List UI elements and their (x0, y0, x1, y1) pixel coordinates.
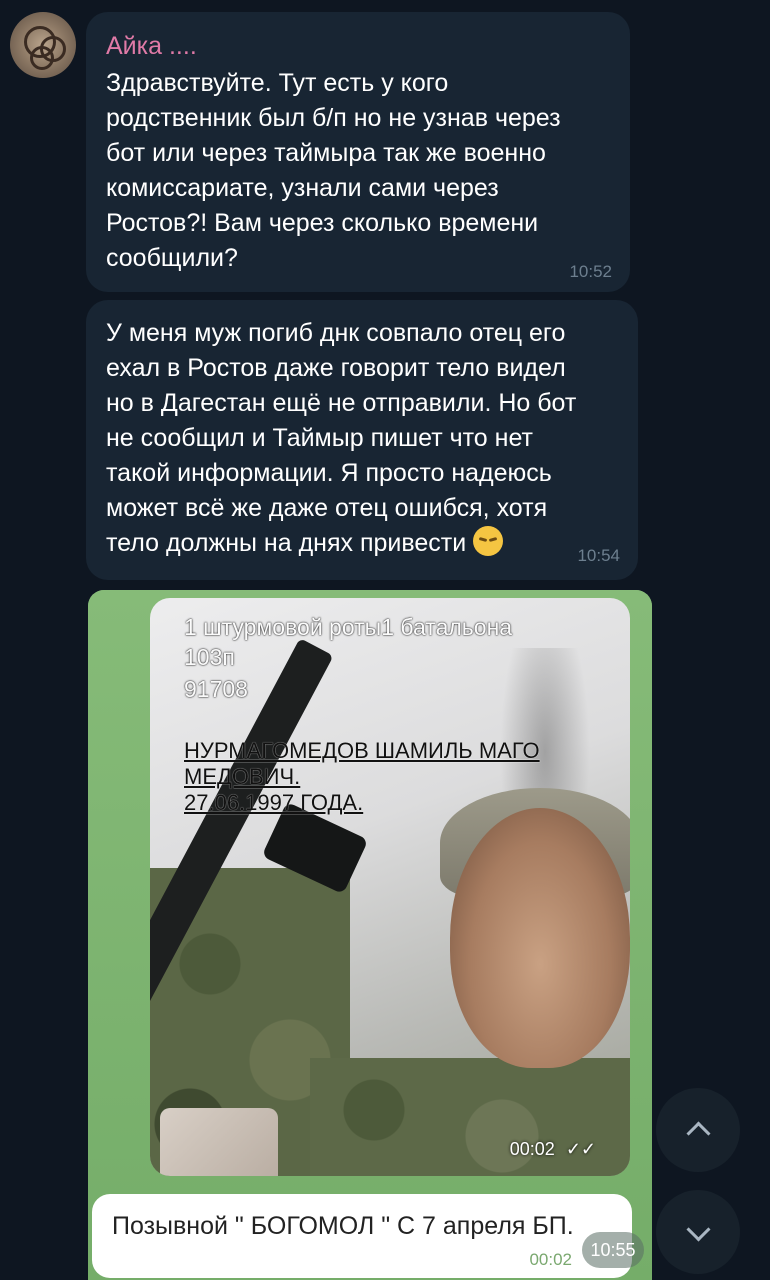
caption-text: Позывной " БОГОМОЛ " С 7 апреля БП. (112, 1212, 574, 1240)
video-duration: 00:02 ✓✓ (510, 1139, 596, 1160)
overlay-line: МЕДОВИЧ. (184, 764, 301, 789)
message-time: 10:54 (577, 546, 620, 565)
forwarded-video-post[interactable]: 1 штурмовой роты1 батальона 103п 91708 Н… (88, 590, 652, 1280)
message-time: 10:52 (569, 262, 612, 281)
face (450, 808, 630, 1068)
overlay-line: 1 штурмовой роты1 батальона (184, 614, 513, 640)
scroll-up-button[interactable] (656, 1088, 740, 1172)
double-check-icon: ✓✓ (565, 1139, 596, 1159)
video-thumbnail[interactable]: 1 штурмовой роты1 батальона 103п 91708 Н… (150, 598, 630, 1176)
scroll-down-button[interactable] (656, 1190, 740, 1274)
chevron-up-icon (685, 1120, 711, 1146)
caption-time: 00:02 (529, 1250, 572, 1269)
overlay-line: 91708 (184, 676, 248, 702)
overlay-line: 103п (184, 644, 235, 670)
message-text-wrapper: У меня муж погиб днк совпало отец его ех… (106, 316, 576, 561)
chevron-down-icon (685, 1216, 711, 1242)
post-caption[interactable]: Позывной " БОГОМОЛ " С 7 апреля БП. 00:0… (92, 1194, 632, 1278)
pensive-face-icon (473, 526, 504, 556)
sender-name[interactable]: Айка .... (106, 32, 197, 61)
overlay-line: 27.06.1997 ГОДА. (184, 790, 364, 815)
sender-avatar[interactable] (10, 12, 76, 78)
message-bubble[interactable]: Айка .... Здравствуйте. Тут есть у кого … (86, 12, 630, 292)
video-preview-thumb[interactable] (160, 1108, 278, 1176)
video-duration-label: 00:02 (509, 1139, 555, 1159)
overlay-line: НУРМАГОМЕДОВ ШАМИЛЬ МАГО (184, 738, 540, 763)
message-bubble[interactable]: У меня муж погиб днк совпало отец его ех… (86, 300, 638, 580)
message-text: У меня муж погиб днк совпало отец его ех… (106, 319, 577, 557)
message-text: Здравствуйте. Тут есть у кого родственни… (106, 69, 561, 272)
time-badge: 10:55 (582, 1232, 644, 1268)
